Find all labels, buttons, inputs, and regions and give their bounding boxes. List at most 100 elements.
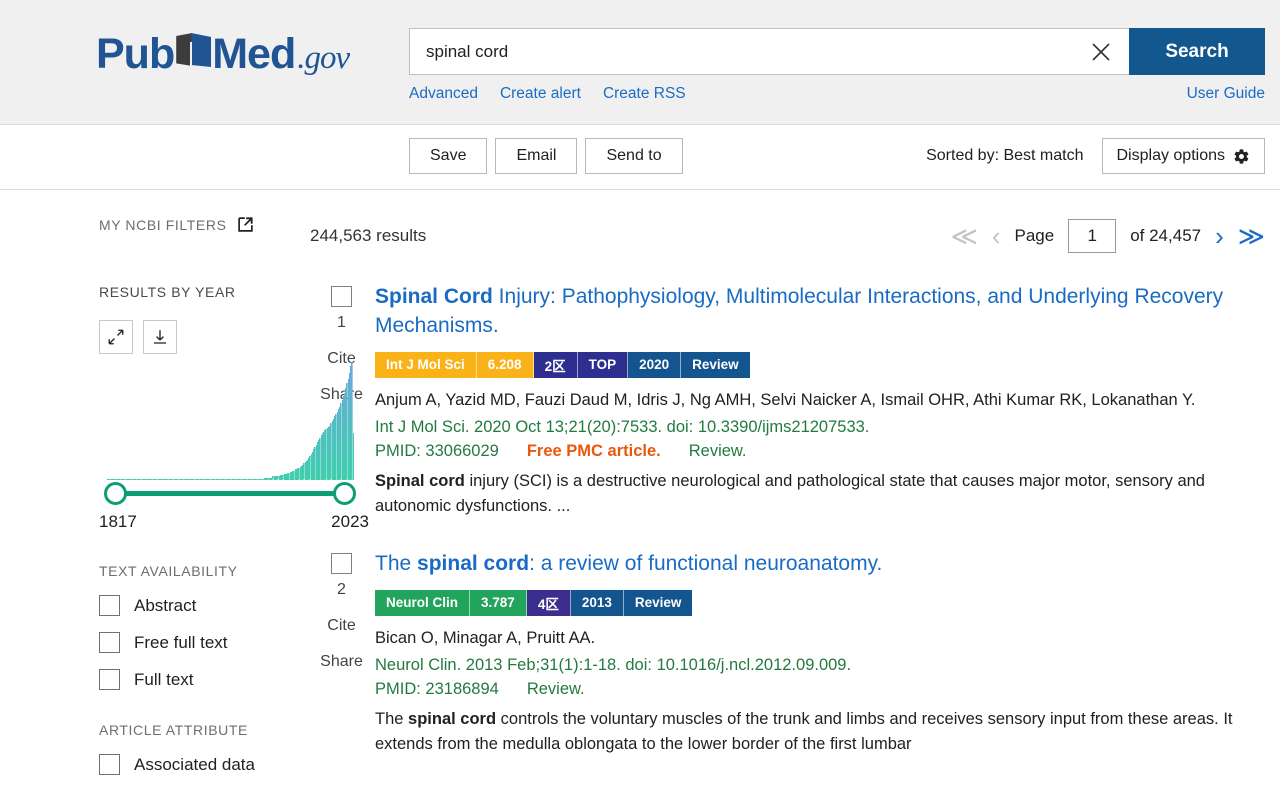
text-availability-header: TEXT AVAILABILITY bbox=[99, 563, 310, 579]
prev-page-button[interactable]: ‹ bbox=[992, 223, 1001, 249]
result-pmid: PMID: 33066029 bbox=[375, 442, 499, 461]
checkbox-free-full-text[interactable] bbox=[99, 632, 120, 653]
result-side-actions: 2 Cite Share bbox=[310, 550, 373, 758]
badge-impact-factor: 3.787 bbox=[470, 590, 527, 616]
result-authors: Anjum A, Yazid MD, Fauzi Daud M, Idris J… bbox=[375, 388, 1265, 413]
result-checkbox[interactable] bbox=[331, 286, 352, 307]
checkbox-full-text[interactable] bbox=[99, 669, 120, 690]
badge-top: TOP bbox=[578, 352, 629, 378]
result-id-line: PMID: 33066029 Free PMC article. Review. bbox=[375, 442, 1265, 461]
result-pmid: PMID: 23186894 bbox=[375, 680, 499, 699]
checkbox-associated-data[interactable] bbox=[99, 754, 120, 775]
result-snippet: Spinal cord injury (SCI) is a destructiv… bbox=[375, 469, 1265, 520]
year-slider-handle-start[interactable] bbox=[104, 482, 127, 505]
chart-tools bbox=[99, 320, 310, 354]
badge-year: 2020 bbox=[628, 352, 681, 378]
result-title-link[interactable]: The spinal cord: a review of functional … bbox=[375, 550, 1265, 579]
page-number-input[interactable] bbox=[1068, 219, 1116, 253]
badge-type: Review bbox=[681, 352, 750, 378]
result-title-rest: Injury: Pathophysiology, Multimolecular … bbox=[375, 285, 1223, 337]
results-by-year-label: RESULTS BY YEAR bbox=[99, 284, 236, 300]
display-options-button[interactable]: Display options bbox=[1102, 138, 1266, 174]
download-icon bbox=[151, 328, 169, 346]
badge-impact-factor: 6.208 bbox=[477, 352, 534, 378]
snippet-highlight: spinal cord bbox=[408, 710, 496, 728]
filter-full-text[interactable]: Full text bbox=[99, 669, 310, 690]
badge-type: Review bbox=[624, 590, 693, 616]
page-label: Page bbox=[1015, 226, 1055, 246]
close-icon bbox=[1090, 41, 1112, 63]
checkbox-abstract[interactable] bbox=[99, 595, 120, 616]
send-to-button[interactable]: Send to bbox=[585, 138, 682, 174]
user-guide-link[interactable]: User Guide bbox=[1187, 85, 1265, 102]
result-title-highlight: Spinal Cord bbox=[375, 285, 493, 308]
cite-button[interactable]: Cite bbox=[327, 617, 355, 635]
logo-gov-text: .gov bbox=[297, 42, 349, 75]
article-attribute-header: ARTICLE ATTRIBUTE bbox=[99, 722, 310, 738]
external-link-icon bbox=[237, 216, 254, 233]
snippet-highlight: Spinal cord bbox=[375, 472, 465, 490]
email-button[interactable]: Email bbox=[495, 138, 577, 174]
search-button[interactable]: Search bbox=[1129, 28, 1265, 75]
badge-journal: Int J Mol Sci bbox=[375, 352, 477, 378]
logo-med-text: Med bbox=[212, 33, 295, 76]
free-pmc-label: Free PMC article. bbox=[527, 442, 661, 461]
filter-abstract[interactable]: Abstract bbox=[99, 595, 310, 616]
result-content: The spinal cord: a review of functional … bbox=[373, 550, 1265, 758]
download-chart-button[interactable] bbox=[143, 320, 177, 354]
my-ncbi-filters-label: MY NCBI FILTERS bbox=[99, 217, 227, 233]
snippet-pre: The bbox=[375, 710, 408, 728]
results-toolbar: Save Email Send to Sorted by: Best match… bbox=[0, 125, 1280, 190]
result-index: 2 bbox=[337, 581, 346, 599]
badge-year: 2013 bbox=[571, 590, 624, 616]
year-start-label: 1817 bbox=[99, 512, 137, 532]
expand-chart-button[interactable] bbox=[99, 320, 133, 354]
first-page-button[interactable]: ≪ bbox=[951, 223, 978, 249]
filter-associated-data[interactable]: Associated data bbox=[99, 754, 310, 775]
last-page-button[interactable]: ≫ bbox=[1238, 223, 1265, 249]
pagination: ≪ ‹ Page of 24,457 › ≫ bbox=[951, 219, 1265, 253]
histogram-bar bbox=[353, 433, 354, 480]
total-pages-label: of 24,457 bbox=[1130, 226, 1201, 246]
search-input-wrapper[interactable] bbox=[409, 28, 1073, 75]
logo-pub-text: Pub bbox=[96, 33, 174, 76]
results-panel: 244,563 results ≪ ‹ Page of 24,457 › ≫ 1… bbox=[310, 190, 1280, 775]
results-by-year-header: RESULTS BY YEAR bbox=[99, 284, 310, 300]
search-input[interactable] bbox=[424, 41, 1073, 63]
create-rss-link[interactable]: Create RSS bbox=[603, 85, 686, 103]
share-button[interactable]: Share bbox=[320, 653, 363, 671]
year-range-slider[interactable] bbox=[99, 482, 361, 506]
histogram-bars bbox=[107, 360, 353, 480]
publication-type-label: Review. bbox=[689, 442, 747, 461]
clear-search-button[interactable] bbox=[1073, 28, 1129, 75]
user-guide-container: User Guide bbox=[1187, 85, 1265, 103]
result-id-line: PMID: 23186894 Review. bbox=[375, 680, 1265, 699]
filter-free-full-text[interactable]: Free full text bbox=[99, 632, 310, 653]
next-page-button[interactable]: › bbox=[1215, 223, 1224, 249]
result-title-highlight: spinal cord bbox=[417, 552, 529, 575]
article-attribute-label: ARTICLE ATTRIBUTE bbox=[99, 722, 248, 738]
results-count: 244,563 results bbox=[310, 226, 426, 246]
save-button[interactable]: Save bbox=[409, 138, 487, 174]
result-checkbox[interactable] bbox=[331, 553, 352, 574]
snippet-rest: injury (SCI) is a destructive neurologic… bbox=[375, 472, 1205, 516]
display-options-label: Display options bbox=[1117, 147, 1226, 165]
filters-sidebar: MY NCBI FILTERS RESULTS BY YEAR bbox=[0, 190, 310, 775]
badge-journal: Neurol Clin bbox=[375, 590, 470, 616]
create-alert-link[interactable]: Create alert bbox=[500, 85, 581, 103]
text-availability-label: TEXT AVAILABILITY bbox=[99, 563, 238, 579]
year-slider-handle-end[interactable] bbox=[333, 482, 356, 505]
result-title-link[interactable]: Spinal Cord Injury: Pathophysiology, Mul… bbox=[375, 283, 1265, 341]
results-by-year-chart[interactable] bbox=[99, 360, 361, 480]
page-body: MY NCBI FILTERS RESULTS BY YEAR bbox=[0, 190, 1280, 775]
pubmed-logo[interactable]: Pub Med .gov bbox=[96, 26, 349, 78]
result-item: 2 Cite Share The spinal cord: a review o… bbox=[310, 550, 1265, 758]
result-title-pre: The bbox=[375, 552, 417, 575]
logo-text: Pub Med .gov bbox=[96, 28, 349, 76]
slider-track bbox=[109, 491, 351, 496]
my-ncbi-filters-header[interactable]: MY NCBI FILTERS bbox=[99, 216, 310, 233]
advanced-link[interactable]: Advanced bbox=[409, 85, 478, 103]
result-badges: Int J Mol Sci 6.208 2区 TOP 2020 Review bbox=[375, 352, 1265, 378]
search-sublinks: Advanced Create alert Create RSS bbox=[409, 85, 686, 103]
badge-quartile: 4区 bbox=[527, 590, 571, 616]
